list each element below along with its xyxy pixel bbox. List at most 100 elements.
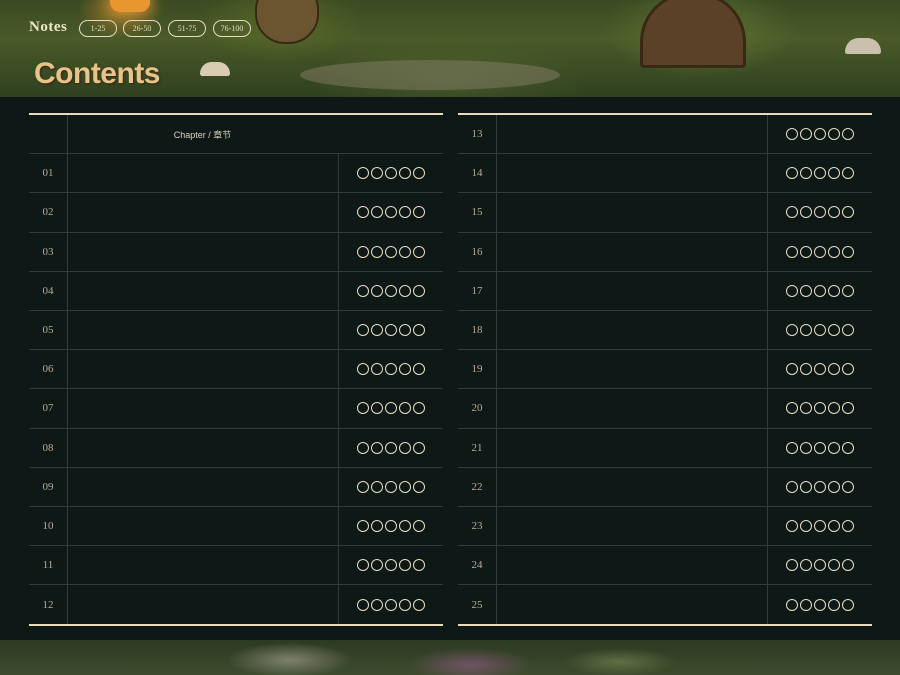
rating-circle[interactable] [370,519,383,532]
chapter-title-field[interactable] [496,546,768,585]
rating-circle[interactable] [384,363,397,376]
range-tab-1-25[interactable]: 1-25 [79,20,117,37]
rating-circle[interactable] [799,598,812,611]
rating-circle[interactable] [412,559,425,572]
rating-circle[interactable] [398,441,411,454]
rating-circle[interactable] [841,519,854,532]
rating-circle[interactable] [370,559,383,572]
rating-circle[interactable] [799,128,812,141]
rating-circle[interactable] [841,245,854,258]
rating-circle[interactable] [398,324,411,337]
rating-circle[interactable] [813,402,826,415]
chapter-title-field[interactable] [496,271,768,310]
chapter-title-field[interactable] [67,389,339,428]
rating-circle[interactable] [356,598,369,611]
rating-circle[interactable] [412,598,425,611]
rating-circle[interactable] [785,363,798,376]
rating-circle[interactable] [384,559,397,572]
chapter-title-field[interactable] [67,506,339,546]
rating-circle[interactable] [827,598,840,611]
rating-circle[interactable] [841,480,854,493]
rating-circle[interactable] [356,206,369,219]
rating-circle[interactable] [785,245,798,258]
rating-circle[interactable] [384,284,397,297]
rating-circle[interactable] [356,284,369,297]
rating-circle[interactable] [799,167,812,180]
chapter-title-field[interactable] [496,193,768,232]
chapter-title-field[interactable] [67,585,339,625]
rating-circle[interactable] [799,363,812,376]
rating-circle[interactable] [813,324,826,337]
rating-circle[interactable] [370,598,383,611]
rating-circle[interactable] [841,441,854,454]
rating-circle[interactable] [412,441,425,454]
rating-circle[interactable] [799,324,812,337]
rating-circle[interactable] [827,363,840,376]
rating-circle[interactable] [412,519,425,532]
chapter-title-field[interactable] [496,428,768,467]
rating-circle[interactable] [785,598,798,611]
chapter-title-field[interactable] [67,154,339,193]
rating-circle[interactable] [841,402,854,415]
rating-circle[interactable] [827,167,840,180]
rating-circle[interactable] [841,167,854,180]
rating-circle[interactable] [384,519,397,532]
rating-circle[interactable] [785,480,798,493]
rating-circle[interactable] [398,206,411,219]
rating-circle[interactable] [799,284,812,297]
chapter-title-field[interactable] [496,350,768,389]
rating-circle[interactable] [841,284,854,297]
rating-circle[interactable] [813,167,826,180]
rating-circle[interactable] [412,402,425,415]
rating-circle[interactable] [412,363,425,376]
rating-circle[interactable] [370,167,383,180]
rating-circle[interactable] [827,245,840,258]
rating-circle[interactable] [841,324,854,337]
rating-circle[interactable] [412,480,425,493]
rating-circle[interactable] [813,441,826,454]
rating-circle[interactable] [398,363,411,376]
rating-circle[interactable] [384,598,397,611]
chapter-title-field[interactable] [67,467,339,506]
chapter-title-field[interactable] [67,232,339,271]
rating-circle[interactable] [813,128,826,141]
rating-circle[interactable] [370,480,383,493]
chapter-title-field[interactable] [67,271,339,310]
rating-circle[interactable] [384,441,397,454]
rating-circle[interactable] [356,519,369,532]
rating-circle[interactable] [370,245,383,258]
chapter-title-field[interactable] [67,428,339,467]
rating-circle[interactable] [356,324,369,337]
rating-circle[interactable] [398,519,411,532]
rating-circle[interactable] [799,441,812,454]
rating-circle[interactable] [785,402,798,415]
rating-circle[interactable] [785,206,798,219]
rating-circle[interactable] [370,363,383,376]
rating-circle[interactable] [799,559,812,572]
rating-circle[interactable] [356,480,369,493]
rating-circle[interactable] [384,167,397,180]
rating-circle[interactable] [356,441,369,454]
rating-circle[interactable] [398,245,411,258]
chapter-title-field[interactable] [67,350,339,389]
rating-circle[interactable] [412,206,425,219]
rating-circle[interactable] [841,559,854,572]
rating-circle[interactable] [785,167,798,180]
chapter-title-field[interactable] [496,154,768,193]
rating-circle[interactable] [813,245,826,258]
rating-circle[interactable] [827,324,840,337]
rating-circle[interactable] [841,128,854,141]
rating-circle[interactable] [827,128,840,141]
rating-circle[interactable] [813,480,826,493]
rating-circle[interactable] [813,598,826,611]
chapter-title-field[interactable] [496,310,768,350]
rating-circle[interactable] [799,245,812,258]
rating-circle[interactable] [412,245,425,258]
range-tab-76-100[interactable]: 76-100 [213,20,251,37]
rating-circle[interactable] [370,441,383,454]
rating-circle[interactable] [827,441,840,454]
rating-circle[interactable] [827,284,840,297]
rating-circle[interactable] [398,480,411,493]
rating-circle[interactable] [356,559,369,572]
rating-circle[interactable] [841,598,854,611]
